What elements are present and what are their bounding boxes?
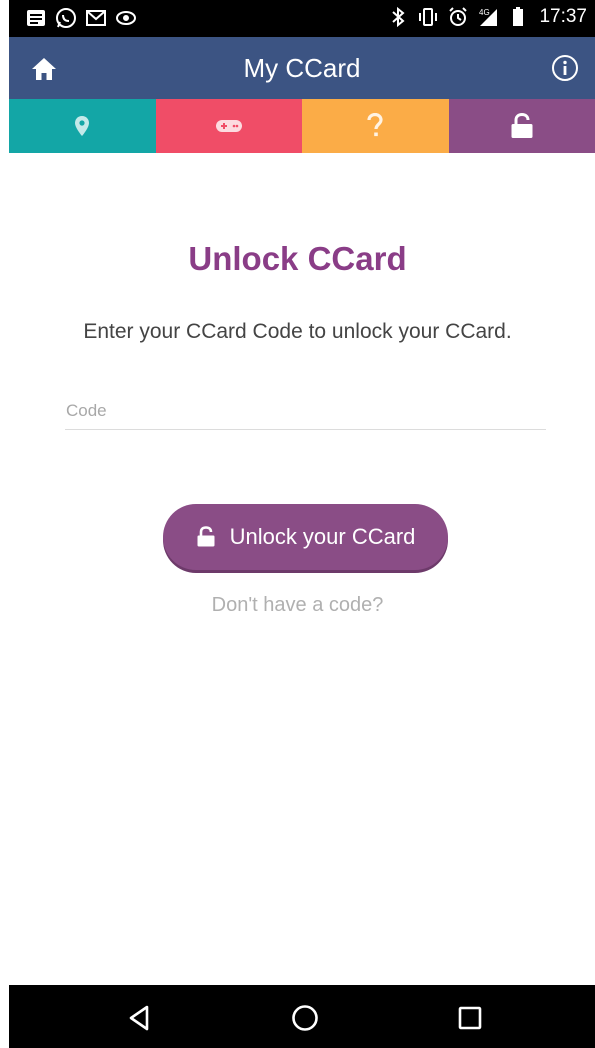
unlock-icon [511, 113, 533, 138]
alarm-icon [449, 7, 468, 26]
unlock-icon [197, 526, 215, 547]
map-pin-icon [75, 116, 90, 136]
signal-4g-icon: 4G [479, 8, 498, 26]
home-circle-icon[interactable] [290, 1003, 320, 1033]
code-input[interactable] [65, 392, 546, 430]
status-time: 17:37 [539, 6, 587, 27]
unlock-button[interactable]: Unlock your CCard [163, 504, 448, 570]
unlock-instructions: Enter your CCard Code to unlock your CCa… [83, 320, 512, 343]
vibrate-icon [419, 8, 438, 26]
gamepad-icon [215, 120, 242, 132]
recents-icon[interactable] [455, 1003, 485, 1033]
nav-bar [9, 985, 595, 1048]
bluetooth-icon [392, 6, 405, 28]
tab-bar [9, 99, 595, 153]
status-bar: 4G 17:37 [9, 0, 595, 37]
battery-icon [513, 7, 524, 26]
tab-map[interactable] [9, 99, 156, 153]
no-code-link[interactable]: Don't have a code? [0, 594, 595, 617]
gmail-icon [86, 10, 106, 26]
info-icon[interactable] [551, 54, 579, 82]
whatsapp-icon [56, 8, 76, 28]
page-title: My CCard [243, 53, 361, 83]
unlock-button-label: Unlock your CCard [229, 524, 416, 549]
tab-unlock[interactable] [448, 99, 595, 153]
browser-icon [116, 11, 136, 25]
back-icon[interactable] [125, 1003, 155, 1033]
svg-text:4G: 4G [479, 8, 490, 17]
app-bar: My CCard [9, 37, 595, 99]
notification-icons [25, 7, 137, 29]
notes-icon [27, 10, 45, 26]
unlock-heading: Unlock CCard [188, 240, 407, 277]
question-icon [367, 113, 383, 137]
tab-games[interactable] [155, 99, 302, 153]
system-icons: 4G 17:37 [387, 6, 587, 28]
tab-help[interactable] [302, 99, 449, 153]
app-frame: 4G 17:37 My CCard Unlock CCard Enter you… [9, 0, 595, 1048]
